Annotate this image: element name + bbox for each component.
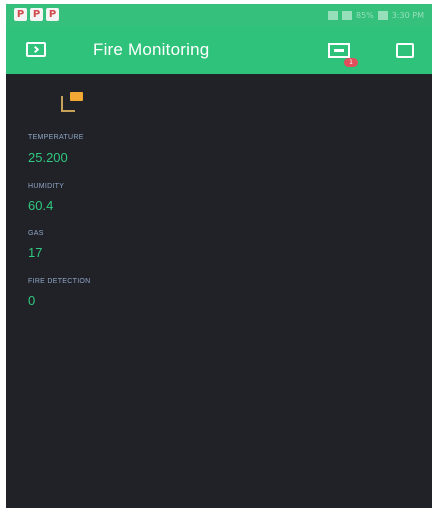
project-menu-icon[interactable] xyxy=(26,42,46,57)
battery-icon xyxy=(377,10,388,20)
phone-screen: P P P 85% 3:30 PM Fire Monitoring 1 TEMP… xyxy=(6,4,432,508)
signal-icon xyxy=(327,10,338,20)
humidity-label: HUMIDITY xyxy=(28,183,65,190)
status-bar: P P P 85% 3:30 PM xyxy=(6,4,432,26)
widget-badge-icon xyxy=(70,92,83,101)
widget-box-icon[interactable] xyxy=(61,92,83,113)
notification-icon: P xyxy=(14,8,27,21)
gas-label: GAS xyxy=(28,230,44,237)
gas-value: 17 xyxy=(28,245,43,260)
fire-detection-value: 0 xyxy=(28,293,36,308)
device-status-badge: 1 xyxy=(344,58,358,67)
project-title: Fire Monitoring xyxy=(93,40,210,59)
temperature-label: TEMPERATURE xyxy=(28,134,84,141)
wifi-icon xyxy=(341,10,352,20)
battery-percent: 85% xyxy=(355,10,374,20)
temperature-value: 25.200 xyxy=(28,150,68,165)
humidity-value: 60.4 xyxy=(28,198,54,213)
notification-icon: P xyxy=(30,8,43,21)
notification-icon: P xyxy=(46,8,59,21)
app-bar: Fire Monitoring 1 xyxy=(6,26,432,74)
clock: 3:30 PM xyxy=(391,10,424,20)
device-icon[interactable] xyxy=(328,43,350,58)
play-icon[interactable] xyxy=(396,43,414,58)
system-status: 85% 3:30 PM xyxy=(327,8,424,22)
fire-detection-label: FIRE DETECTION xyxy=(28,278,91,285)
